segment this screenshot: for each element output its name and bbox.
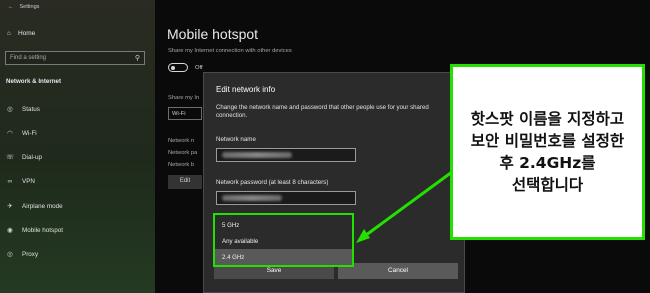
sidebar-item-mobile-hotspot[interactable]: ◉ Mobile hotspot bbox=[6, 226, 63, 235]
sidebar-item-label: Status bbox=[22, 105, 40, 113]
redacted-network-name bbox=[222, 152, 292, 158]
sidebar-item-status[interactable]: ◎ Status bbox=[6, 105, 40, 114]
sidebar-item-label: Wi-Fi bbox=[22, 129, 37, 137]
network-band-dropdown[interactable]: 5 GHz Any available 2.4 GHz bbox=[213, 213, 354, 267]
search-icon[interactable]: ⚲ bbox=[135, 54, 140, 62]
band-option-2-4ghz[interactable]: 2.4 GHz bbox=[215, 249, 352, 265]
search-placeholder: Find a setting bbox=[10, 55, 47, 61]
network-name-field[interactable] bbox=[216, 148, 356, 162]
callout-text: 핫스팟 이름을 지정하고 보안 비밀번호를 설정한 후 2.4GHz를 선택합니… bbox=[470, 110, 625, 194]
sidebar-item-label: Proxy bbox=[22, 250, 39, 258]
sidebar-item-label: Airplane mode bbox=[22, 202, 63, 210]
phone-icon: ☏ bbox=[6, 154, 15, 161]
dialog-title: Edit network info bbox=[216, 85, 276, 94]
page-title: Mobile hotspot bbox=[167, 26, 259, 42]
network-name-line: Network n bbox=[168, 138, 195, 144]
network-password-line: Network pa bbox=[168, 150, 198, 156]
wifi-icon: ◠ bbox=[7, 130, 13, 137]
edit-button[interactable]: Edit bbox=[168, 175, 202, 189]
share-from-select[interactable]: Wi-Fi bbox=[168, 107, 202, 120]
sidebar-item-label: Mobile hotspot bbox=[22, 226, 63, 234]
dialog-description: Change the network name and password tha… bbox=[216, 104, 429, 119]
network-name-label: Network name bbox=[216, 136, 256, 143]
band-option-5ghz[interactable]: 5 GHz bbox=[215, 217, 352, 233]
sidebar-item-proxy[interactable]: ◎ Proxy bbox=[6, 250, 39, 259]
cancel-button[interactable]: Cancel bbox=[338, 263, 458, 279]
band-option-any[interactable]: Any available bbox=[215, 233, 352, 249]
sidebar-item-label: Home bbox=[17, 30, 36, 37]
vpn-icon: ∞ bbox=[7, 178, 13, 185]
sidebar-item-wifi[interactable]: ◠ Wi-Fi bbox=[6, 129, 37, 138]
redacted-network-password bbox=[222, 195, 282, 201]
settings-search-input[interactable]: Find a setting ⚲ bbox=[5, 51, 145, 65]
toggle-state-label: Off bbox=[195, 65, 203, 71]
home-icon: ⌂ bbox=[7, 30, 11, 37]
globe-icon: ◎ bbox=[7, 106, 13, 113]
globe-icon: ◎ bbox=[7, 251, 13, 258]
network-password-label: Network password (at least 8 characters) bbox=[216, 179, 329, 186]
share-from-label: Share my In bbox=[168, 95, 200, 101]
sidebar-item-label: Dial-up bbox=[22, 153, 42, 161]
share-connection-label: Share my Internet connection with other … bbox=[168, 48, 292, 54]
network-band-line: Network b bbox=[168, 162, 195, 168]
window-title-text: Settings bbox=[19, 4, 40, 10]
sidebar-section-title: Network & Internet bbox=[6, 78, 62, 85]
hotspot-icon: ◉ bbox=[7, 227, 13, 234]
sidebar-item-label: VPN bbox=[22, 178, 35, 185]
settings-sidebar: ← Settings ⌂ Home Find a setting ⚲ Netwo… bbox=[0, 0, 155, 293]
airplane-icon: ✈ bbox=[7, 203, 13, 210]
hotspot-toggle[interactable] bbox=[168, 63, 188, 72]
window-title: ← Settings bbox=[8, 4, 39, 10]
instruction-callout: 핫스팟 이름을 지정하고 보안 비밀번호를 설정한 후 2.4GHz를 선택합니… bbox=[450, 64, 645, 240]
sidebar-item-dialup[interactable]: ☏ Dial-up bbox=[6, 153, 42, 162]
back-arrow-icon[interactable]: ← bbox=[8, 4, 14, 10]
sidebar-item-airplane-mode[interactable]: ✈ Airplane mode bbox=[6, 202, 63, 211]
sidebar-item-vpn[interactable]: ∞ VPN bbox=[6, 178, 35, 185]
sidebar-item-home[interactable]: ⌂ Home bbox=[7, 30, 35, 37]
network-password-field[interactable] bbox=[216, 191, 356, 205]
